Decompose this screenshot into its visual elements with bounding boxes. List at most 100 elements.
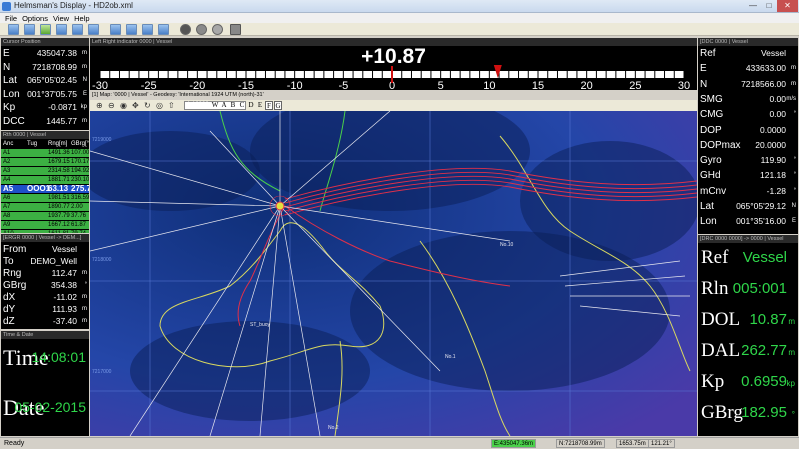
- anchor-cell-anc: A5: [3, 184, 14, 193]
- toolbar-button-3[interactable]: [40, 24, 51, 35]
- status-ready: Ready: [4, 440, 25, 447]
- toolbar-button-6[interactable]: [88, 24, 99, 35]
- row-label: DCC: [3, 115, 25, 127]
- layer-button-d[interactable]: D: [247, 101, 255, 110]
- center-icon[interactable]: ◎: [156, 101, 163, 110]
- status-easting: E:435047.36m: [491, 439, 537, 448]
- row-unit: m: [791, 80, 796, 87]
- row-value: 0.00: [769, 109, 786, 120]
- data-row: Rln 005:001: [701, 278, 795, 302]
- anchor-row[interactable]: A9 1667.12 61.87: [1, 221, 89, 229]
- toolbar-button-4[interactable]: [56, 24, 67, 35]
- row-label: CMG: [700, 109, 724, 121]
- row-unit: kp: [80, 104, 87, 110]
- row-label: DOP: [700, 124, 722, 136]
- zoom-out-icon[interactable]: ⊖: [108, 101, 115, 110]
- row-value: 065°05'02.45: [27, 75, 77, 85]
- data-row: N 7218708.99 m: [3, 62, 87, 73]
- row-value: -37.40: [52, 316, 77, 326]
- refresh-icon[interactable]: ↻: [144, 101, 151, 110]
- maximize-button[interactable]: □: [761, 0, 777, 12]
- grid-label: 7218000: [92, 257, 112, 263]
- zoom-in-icon[interactable]: ⊕: [96, 101, 103, 110]
- status-light-3-icon[interactable]: [212, 24, 223, 35]
- anchor-row[interactable]: A10 1611.8179.74: [1, 230, 89, 233]
- toolbar-button-1[interactable]: [8, 24, 19, 35]
- row-label: GHd: [700, 170, 721, 182]
- layer-button-g[interactable]: G: [274, 101, 282, 110]
- toolbar: [0, 23, 799, 36]
- anchor-cell-rng: 1491.36: [48, 150, 70, 156]
- anchor-cell-brg: 316.59: [71, 195, 89, 201]
- row-label: Lat: [3, 75, 17, 86]
- layer-button-a[interactable]: A: [220, 101, 228, 110]
- anchor-panel: Rth 0000 | Vessel Anc Tug Rng[m] GBrg[°] A1 1…: [1, 131, 89, 233]
- zoom-fit-icon[interactable]: ◉: [120, 101, 127, 110]
- anchor-cell-anc: A3: [3, 168, 11, 174]
- anchor-row[interactable]: A7 1890.77 2.00: [1, 203, 89, 211]
- row-label: Gyro: [700, 155, 722, 167]
- row-value: 112.47: [51, 268, 77, 278]
- anchor-cell-anc: A4: [3, 177, 11, 183]
- anchor-cell-brg: 61.87: [71, 222, 87, 228]
- anchor-row[interactable]: A8 1937.79 37.76: [1, 212, 89, 220]
- route-panel: [DRC 0000 0000] -> 0000 | Vessel Ref Vess…: [698, 235, 798, 436]
- anchor-row[interactable]: A3 2314.58 194.92: [1, 167, 89, 175]
- column-header: Anc: [3, 141, 14, 147]
- data-row: dZ -37.40 m: [3, 316, 87, 327]
- toolbar-button-8[interactable]: [126, 24, 137, 35]
- pan-icon[interactable]: ✥: [132, 101, 139, 110]
- minimize-button[interactable]: —: [745, 0, 761, 12]
- anchor-cell-brg: 194.92: [71, 168, 89, 174]
- north-up-icon[interactable]: ⇧: [168, 101, 175, 110]
- app-window: Helmsman's Display - HD2ob.xml — □ ✕ Fil…: [0, 0, 799, 448]
- data-row: Ref Vessel: [700, 48, 796, 59]
- layer-button-b[interactable]: B: [229, 101, 237, 110]
- toolbar-button-7[interactable]: [110, 24, 121, 35]
- layer-button-e[interactable]: E: [256, 101, 264, 110]
- row-value: 005:001: [732, 280, 787, 297]
- panel-header: [DDC 0000 | Vessel: [698, 38, 798, 46]
- map-canvas[interactable]: 7219000 7218000 7217000 No.10 No.1 No.2 ST_buo…: [90, 111, 697, 436]
- row-value: 435047.38: [36, 48, 77, 58]
- row-value: 065°05'29.12: [736, 201, 786, 211]
- data-row: GBrg 354.38 °: [3, 280, 87, 291]
- row-value: -1.28: [766, 185, 786, 196]
- row-label: Kp: [701, 371, 725, 392]
- row-label: Ref: [701, 247, 729, 268]
- row-label: Ref: [700, 48, 716, 59]
- row-label: SMG: [700, 93, 723, 105]
- close-button[interactable]: ✕: [777, 0, 798, 12]
- row-value: 20.0000: [755, 139, 786, 150]
- row-label: E: [700, 63, 707, 75]
- row-label: GBrg: [701, 402, 743, 423]
- layer-button-f[interactable]: F: [265, 101, 273, 110]
- left-right-indicator: Left Right indicator 0000 | Vessel +10.8…: [90, 38, 697, 90]
- status-light-2-icon[interactable]: [196, 24, 207, 35]
- anchor-row[interactable]: A6 1981.51 316.59: [1, 194, 89, 202]
- layer-button-w[interactable]: W: [211, 101, 219, 110]
- lr-tick-label: -25: [141, 80, 157, 90]
- anchor-row[interactable]: A5 OOO163.13275.77: [1, 185, 89, 193]
- layer-button-c[interactable]: C: [238, 101, 246, 110]
- row-unit: m: [82, 270, 87, 276]
- panel-header: [DRC 0000 0000] -> 0000 | Vessel: [698, 235, 798, 243]
- status-light-1-icon[interactable]: [180, 24, 191, 35]
- data-row: From Vessel: [3, 244, 87, 255]
- row-label: mCnv: [700, 185, 727, 197]
- data-row: Lat 065°05'02.45 N: [3, 75, 87, 86]
- toolbar-button-10[interactable]: [158, 24, 169, 35]
- toolbar-button-9[interactable]: [142, 24, 153, 35]
- row-value: 10.87: [749, 311, 787, 328]
- panel-header: Rth 0000 | Vessel: [1, 131, 89, 139]
- toolbar-button-5[interactable]: [72, 24, 83, 35]
- row-label: DAL: [701, 340, 741, 361]
- anchor-row[interactable]: A4 1881.71 230.10: [1, 176, 89, 184]
- row-value: 001°37'05.75: [27, 88, 77, 99]
- anchor-row[interactable]: A1 1491.36 107.00: [1, 149, 89, 157]
- row-value: -11.02: [53, 292, 77, 302]
- toolbar-button-2[interactable]: [24, 24, 35, 35]
- anchor-row[interactable]: A2 1679.15 170.17: [1, 158, 89, 166]
- lr-tick-label: 5: [438, 80, 444, 90]
- toolbar-button-11[interactable]: [230, 24, 241, 35]
